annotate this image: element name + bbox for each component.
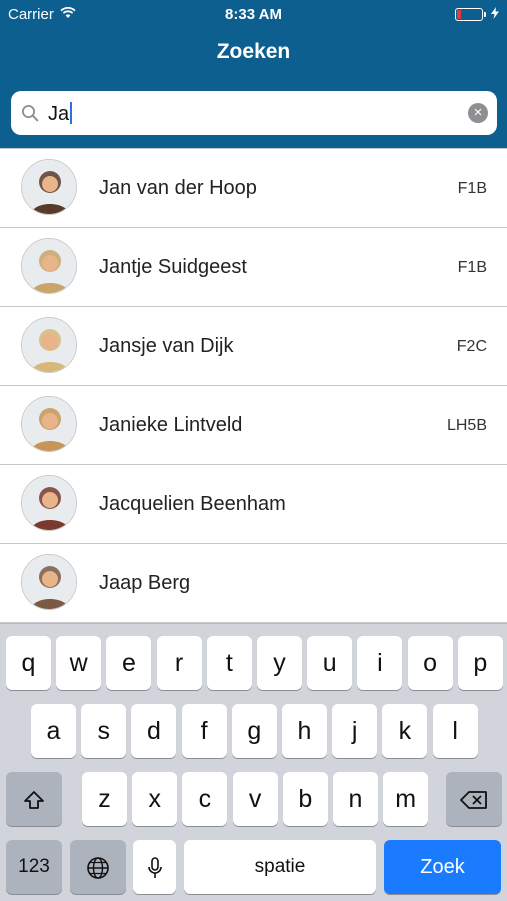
avatar	[21, 159, 77, 215]
on-screen-keyboard: q w e r t y u i o p a s d f g h j k l z x c v b n m 123 spatie Zoek	[0, 623, 507, 901]
globe-icon	[86, 853, 110, 881]
contact-group-code: F1B	[457, 180, 487, 197]
key-o[interactable]: o	[407, 636, 453, 690]
key-r[interactable]: r	[156, 636, 202, 690]
key-q[interactable]: q	[6, 636, 51, 690]
key-e[interactable]: e	[106, 636, 152, 690]
delete-key[interactable]	[446, 772, 502, 826]
shift-key[interactable]	[6, 772, 62, 826]
contact-group-code: LH5B	[446, 417, 487, 434]
key-n[interactable]: n	[333, 772, 378, 826]
charging-bolt-icon	[491, 6, 499, 23]
contact-name: Jan van der Hoop	[99, 177, 257, 199]
clear-search-icon[interactable]: ×	[468, 103, 488, 123]
microphone-key[interactable]	[133, 840, 176, 894]
key-f[interactable]: f	[181, 704, 227, 758]
status-bar: Carrier 8:33 AM	[0, 0, 507, 28]
key-p[interactable]: p	[457, 636, 503, 690]
key-j[interactable]: j	[332, 704, 378, 758]
avatar	[21, 238, 77, 294]
contact-group-code: F2C	[456, 338, 487, 355]
contact-name: Jacquelien Beenham	[99, 493, 286, 515]
page-title: Zoeken	[216, 40, 291, 63]
key-l[interactable]: l	[432, 704, 478, 758]
key-y[interactable]: y	[257, 636, 302, 690]
key-u[interactable]: u	[307, 636, 353, 690]
contact-row[interactable]: Jansje van Dijk F2C	[0, 307, 507, 386]
space-key[interactable]: spatie	[184, 840, 376, 894]
contact-group-code: F1B	[457, 259, 487, 276]
battery-indicator	[455, 6, 499, 23]
search-return-key[interactable]: Zoek	[384, 840, 501, 894]
key-z[interactable]: z	[82, 772, 127, 826]
numbers-key[interactable]: 123	[6, 840, 62, 894]
app-header: Carrier 8:33 AM Zoeken Ja ×	[0, 0, 507, 148]
contact-name: Jaap Berg	[99, 572, 191, 594]
avatar	[21, 317, 77, 373]
globe-key[interactable]	[70, 840, 126, 894]
key-m[interactable]: m	[383, 772, 429, 826]
search-results-list: Jan van der Hoop F1B Jantje Suidgeest F1B Ja…	[0, 148, 507, 623]
shift-icon	[23, 785, 45, 813]
contact-row[interactable]: Janieke Lintveld LH5B	[0, 386, 507, 465]
battery-level-fill	[457, 10, 461, 19]
key-i[interactable]: i	[357, 636, 403, 690]
contact-row[interactable]: Jacquelien Beenham	[0, 465, 507, 544]
key-c[interactable]: c	[182, 772, 228, 826]
search-input-value: Ja	[48, 103, 70, 125]
key-s[interactable]: s	[81, 704, 127, 758]
key-g[interactable]: g	[231, 704, 277, 758]
search-icon	[21, 104, 39, 127]
key-t[interactable]: t	[206, 636, 252, 690]
microphone-icon	[147, 853, 163, 881]
contact-row[interactable]: Jaap Berg	[0, 544, 507, 623]
contact-row[interactable]: Jan van der Hoop F1B	[0, 148, 507, 228]
contact-name: Jantje Suidgeest	[99, 256, 247, 278]
status-time: 8:33 AM	[225, 6, 282, 23]
avatar	[21, 554, 77, 610]
key-w[interactable]: w	[56, 636, 102, 690]
key-k[interactable]: k	[382, 704, 428, 758]
contact-name: Janieke Lintveld	[99, 414, 243, 436]
delete-icon	[460, 785, 488, 813]
search-field[interactable]: Ja ×	[11, 91, 497, 135]
avatar	[21, 396, 77, 452]
battery-icon	[455, 8, 486, 21]
search-input[interactable]: Ja	[48, 102, 73, 126]
key-a[interactable]: a	[31, 704, 76, 758]
contact-row[interactable]: Jantje Suidgeest F1B	[0, 228, 507, 307]
key-x[interactable]: x	[132, 772, 178, 826]
key-b[interactable]: b	[282, 772, 328, 826]
contact-name: Jansje van Dijk	[99, 335, 234, 357]
avatar	[21, 475, 77, 531]
key-v[interactable]: v	[232, 772, 278, 826]
key-h[interactable]: h	[282, 704, 327, 758]
key-d[interactable]: d	[131, 704, 177, 758]
text-cursor	[70, 102, 73, 124]
